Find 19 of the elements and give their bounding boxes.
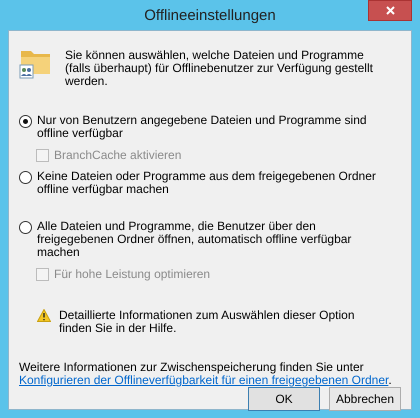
cancel-button[interactable]: Abbrechen	[329, 387, 401, 411]
radio-button[interactable]	[19, 115, 32, 128]
period-text: .	[388, 373, 392, 387]
radio-button[interactable]	[19, 221, 32, 234]
warning-text: Detaillierte Informationen zum Auswählen dieser Option finden Sie in der Hilfe.	[59, 309, 356, 335]
checkbox-label: Für hohe Leistung optimieren	[54, 267, 210, 281]
radio-label: Keine Dateien oder Programme aus dem freigegebenen Ordner offline verfügbar machen	[37, 170, 377, 196]
help-link[interactable]: Konfigurieren der Offlineverfügbarkeit für einen freigegebenen Ordner	[19, 373, 388, 387]
warning-icon	[37, 309, 51, 322]
radio-label: Alle Dateien und Programme, die Benutzer über den freigegebenen Ordner öffnen, automatisch offline verfügbar machen	[37, 220, 352, 259]
close-icon	[386, 6, 394, 15]
ok-button[interactable]: OK	[248, 387, 320, 411]
radio-label: Nur von Benutzern angegebene Dateien und Programme sind offline verfügbar	[37, 114, 368, 140]
intro-text: Sie können auswählen, welche Dateien und Programme (falls überhaupt) für Offlinebenutzer zur Verfügung gestellt werden.	[65, 47, 374, 88]
close-button[interactable]	[368, 0, 412, 21]
window-title: Offlineeinstellungen	[144, 6, 276, 24]
radio-button[interactable]	[19, 171, 32, 184]
info-text: Weitere Informationen zur Zwischenspeicherung finden Sie unter	[19, 361, 365, 374]
checkbox-label: BranchCache aktivieren	[54, 148, 182, 162]
